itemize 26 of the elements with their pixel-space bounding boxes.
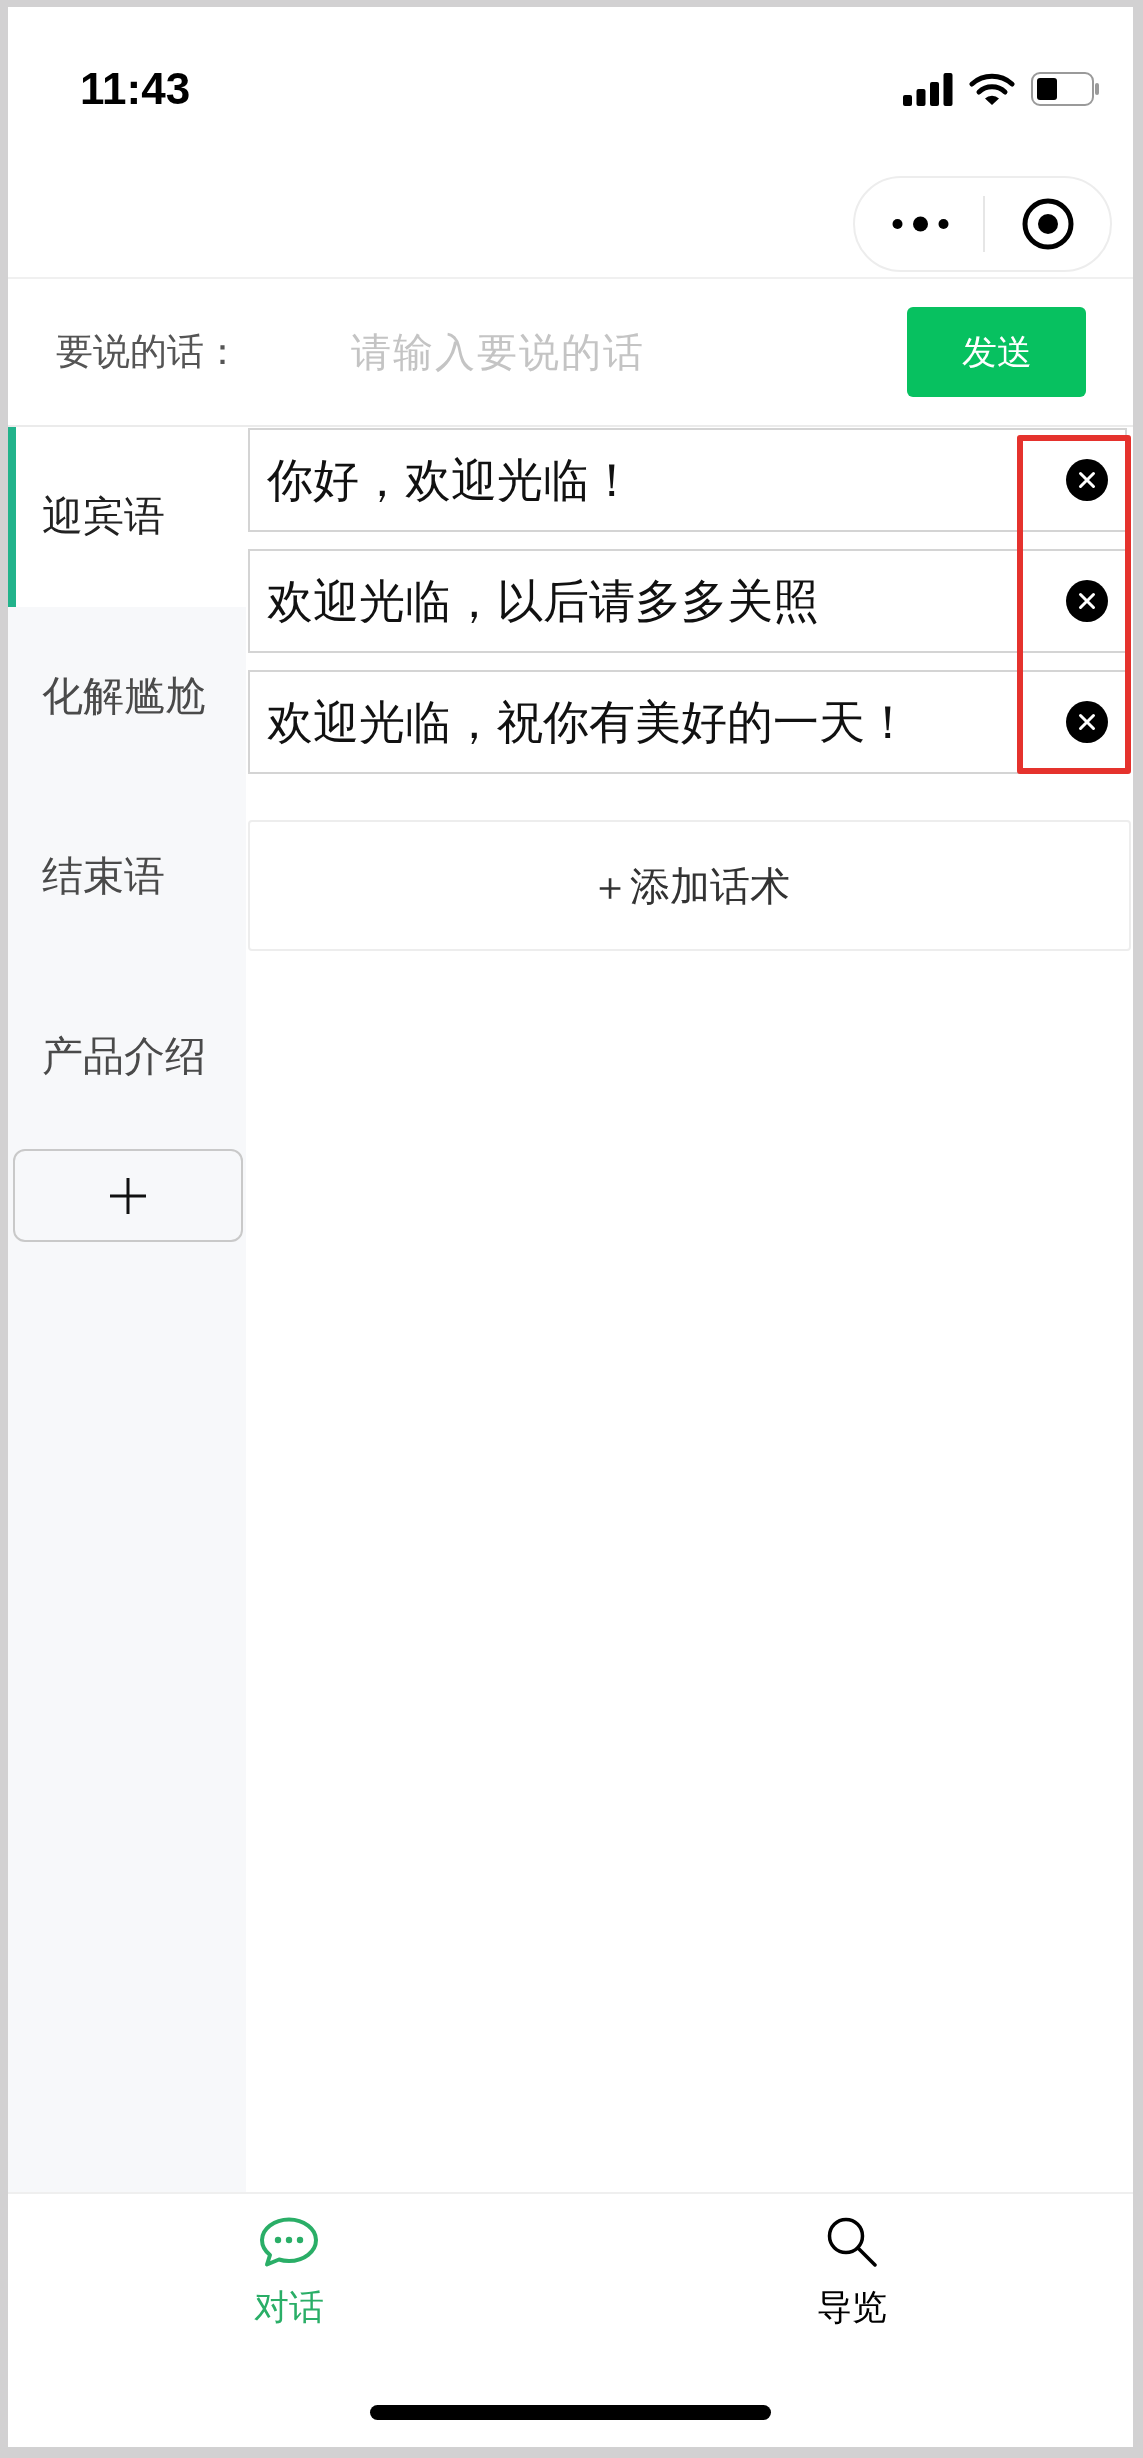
add-phrase-button[interactable]: ＋添加话术 — [248, 820, 1131, 951]
category-tab[interactable]: 结束语 — [8, 787, 246, 967]
close-icon[interactable] — [1066, 701, 1108, 743]
phrase-item[interactable]: 你好，欢迎光临！ — [248, 428, 1127, 532]
message-input[interactable]: 请输入要说的话 — [351, 317, 831, 387]
circle-dot-icon[interactable] — [1022, 198, 1074, 250]
battery-icon — [1031, 72, 1100, 106]
chat-icon — [259, 2217, 320, 2267]
category-tab[interactable]: 迎宾语 — [8, 427, 246, 607]
wifi-icon — [969, 72, 1015, 106]
nav-tab[interactable]: 导览 — [570, 2194, 1133, 2327]
category-tab[interactable]: 化解尴尬 — [8, 607, 246, 787]
input-label: 要说的话： — [56, 330, 241, 375]
phrase-text: 欢迎光临，祝你有美好的一天！ — [267, 694, 911, 750]
phrase-item[interactable]: 欢迎光临，以后请多多关照 — [248, 549, 1127, 653]
more-icon[interactable] — [892, 216, 949, 232]
phrase-item[interactable]: 欢迎光临，祝你有美好的一天！ — [248, 670, 1127, 774]
plus-icon — [109, 1176, 147, 1215]
phrase-text: 你好，欢迎光临！ — [267, 452, 635, 508]
search-icon — [825, 2217, 879, 2267]
close-icon[interactable] — [1066, 580, 1108, 622]
close-icon[interactable] — [1066, 459, 1108, 501]
category-tab[interactable]: 产品介绍 — [8, 967, 246, 1147]
signal-icon — [903, 72, 953, 106]
phrase-text: 欢迎光临，以后请多多关照 — [267, 573, 819, 629]
status-time: 11:43 — [80, 67, 191, 111]
